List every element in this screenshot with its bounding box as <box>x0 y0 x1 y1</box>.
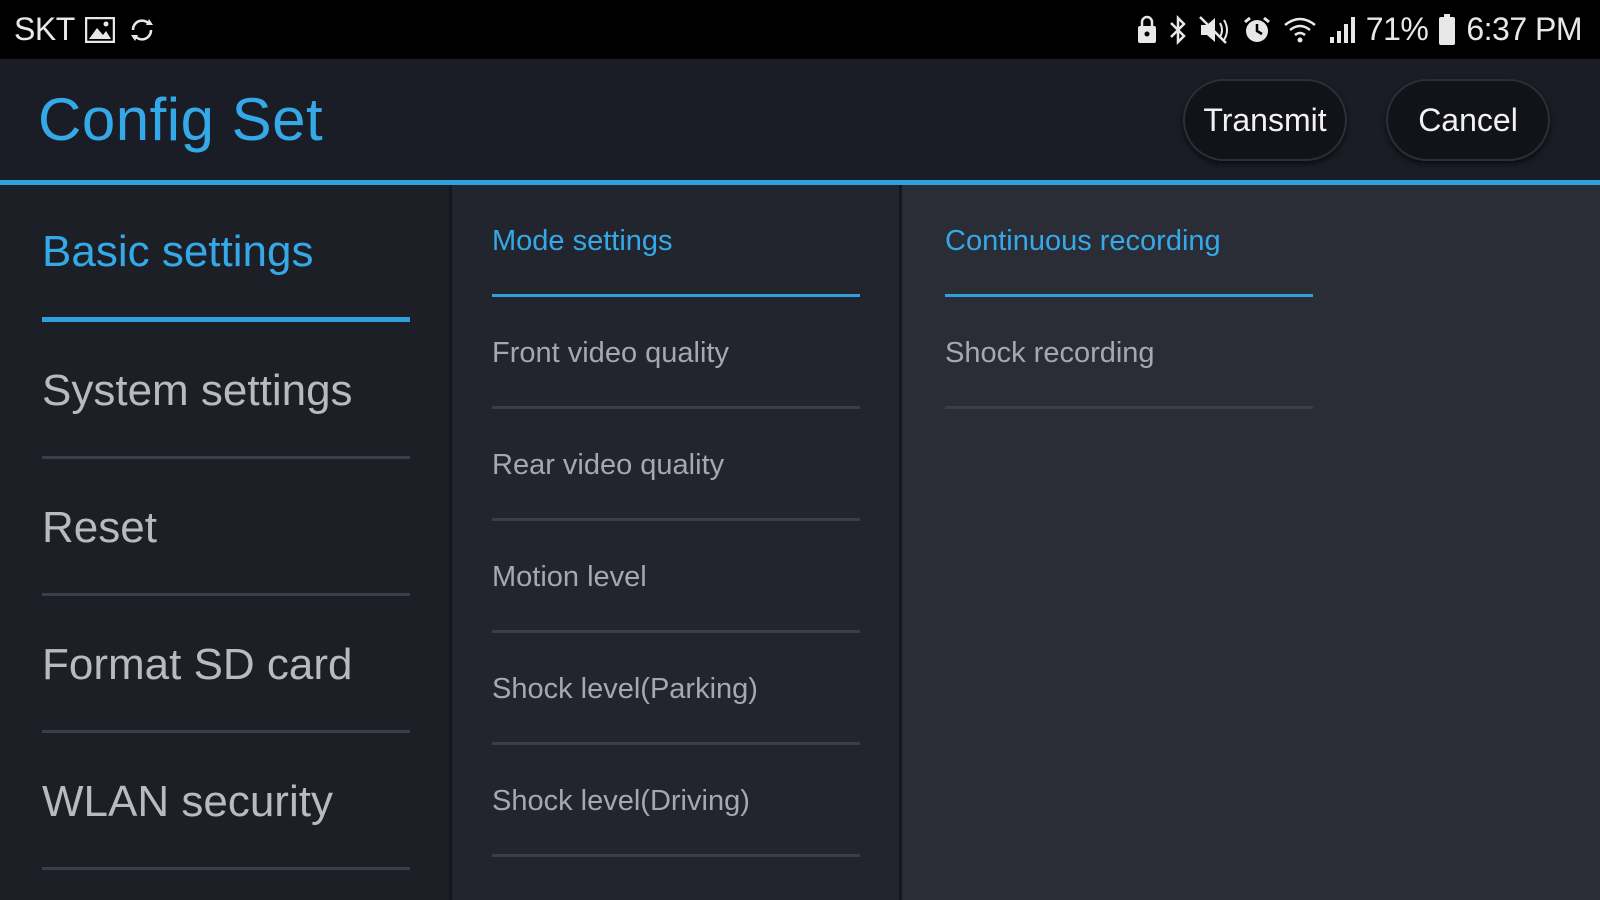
subcategory-label: Shock level(Parking) <box>492 673 758 705</box>
signal-icon <box>1328 15 1356 45</box>
subcategory-item-motion-level[interactable]: Motion level <box>492 521 860 633</box>
category-label: Basic settings <box>42 227 314 276</box>
option-label: Continuous recording <box>945 225 1221 257</box>
subcategory-label: Front video quality <box>492 337 729 369</box>
category-label: Format SD card <box>42 640 353 689</box>
cancel-button[interactable]: Cancel <box>1386 79 1550 161</box>
category-label: WLAN security <box>42 777 333 826</box>
lock-icon <box>1136 15 1158 45</box>
battery-icon <box>1438 13 1456 46</box>
category-item-basic-settings[interactable]: Basic settings <box>42 185 410 322</box>
category-label: Reset <box>42 503 157 552</box>
status-bar: SKT 71% 6:37 PM <box>0 0 1600 59</box>
subcategory-label: Rear video quality <box>492 449 725 481</box>
option-label: Shock recording <box>945 337 1155 369</box>
category-item-wlan-security[interactable]: WLAN security <box>42 733 410 870</box>
category-label: System settings <box>42 366 353 415</box>
option-list: Continuous recording Shock recording <box>899 185 1600 900</box>
transmit-button[interactable]: Transmit <box>1183 79 1347 161</box>
category-item-reset[interactable]: Reset <box>42 459 410 596</box>
category-item-system-settings[interactable]: System settings <box>42 322 410 459</box>
option-item-continuous-recording[interactable]: Continuous recording <box>945 185 1313 297</box>
subcategory-item-shock-level-driving[interactable]: Shock level(Driving) <box>492 745 860 857</box>
bluetooth-icon <box>1168 14 1188 45</box>
category-item-format-sd-card[interactable]: Format SD card <box>42 596 410 733</box>
subcategory-label: Motion level <box>492 561 647 593</box>
subcategory-item-rear-video-quality[interactable]: Rear video quality <box>492 409 860 521</box>
status-bar-left: SKT <box>14 11 159 48</box>
subcategory-item-front-video-quality[interactable]: Front video quality <box>492 297 860 409</box>
option-item-shock-recording[interactable]: Shock recording <box>945 297 1313 409</box>
status-bar-right: 71% 6:37 PM <box>1136 11 1582 48</box>
wifi-icon <box>1282 15 1318 45</box>
category-list: Basic settings System settings Reset For… <box>0 185 449 900</box>
app-header: Config Set Transmit Cancel <box>0 59 1600 180</box>
sync-icon <box>125 16 159 44</box>
subcategory-item-shock-level-parking[interactable]: Shock level(Parking) <box>492 633 860 745</box>
subcategory-item-mode-settings[interactable]: Mode settings <box>492 185 860 297</box>
image-icon <box>84 16 115 43</box>
subcategory-list: Mode settings Front video quality Rear v… <box>449 185 899 900</box>
mute-icon <box>1198 15 1232 45</box>
page-title: Config Set <box>38 86 324 153</box>
subcategory-label: Shock level(Driving) <box>492 785 750 817</box>
clock: 6:37 PM <box>1466 11 1582 47</box>
alarm-icon <box>1242 15 1272 45</box>
battery-percent: 71% <box>1365 11 1429 47</box>
carrier-label: SKT <box>14 11 75 47</box>
subcategory-label: Mode settings <box>492 225 673 257</box>
